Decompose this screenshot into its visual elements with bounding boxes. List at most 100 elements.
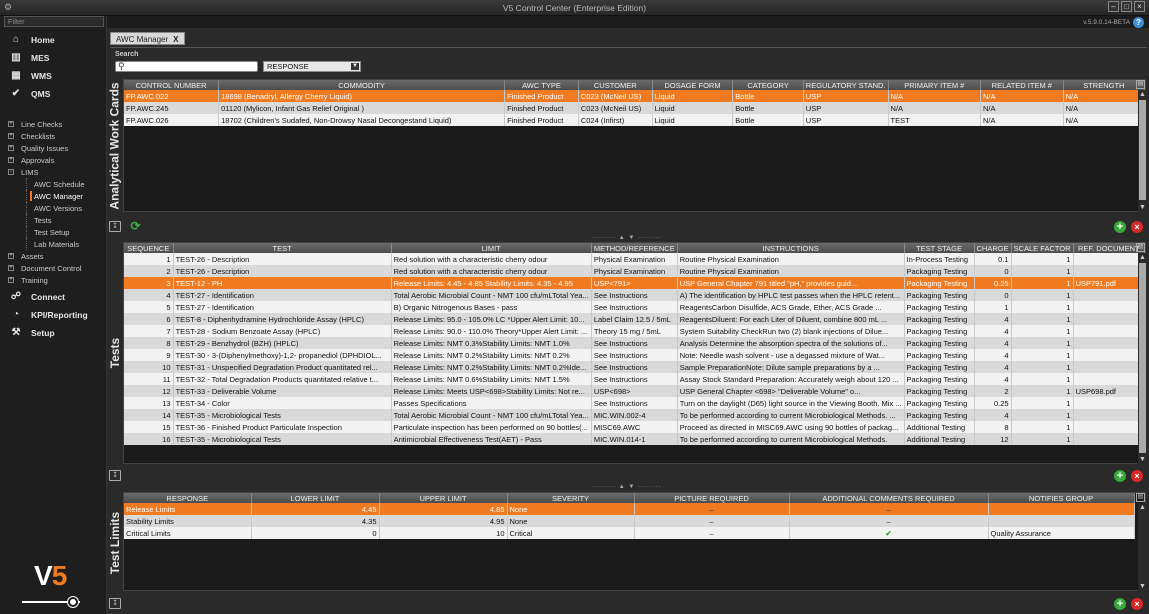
tree-item-awc-schedule[interactable]: AWC Schedule xyxy=(0,178,107,190)
nav-home[interactable]: ⌂ Home xyxy=(0,31,107,49)
awc-row[interactable]: FP.AWC.022 18698 (Benadryl, Allergy Cherr… xyxy=(124,90,1145,102)
refresh-icon[interactable]: ⟳ xyxy=(129,220,142,233)
column-header-ref-document[interactable]: REF. DOCUMENT xyxy=(1073,243,1145,253)
column-header-charge[interactable]: CHARGE xyxy=(974,243,1012,253)
maximize-button[interactable]: □ xyxy=(1121,1,1132,12)
column-header-picture-required[interactable]: PICTURE REQUIRED xyxy=(634,493,790,503)
nav-setup[interactable]: ⚒ Setup xyxy=(0,324,107,342)
scroll-thumb[interactable] xyxy=(1139,100,1146,200)
limit-row[interactable]: Critical Limits 0 10 Critical ‒ ✔ Quality Assu… xyxy=(124,527,1135,539)
nav-kpi-reporting[interactable]: ◔ KPI/Reporting xyxy=(0,306,107,324)
scroll-down-icon[interactable]: ▼ xyxy=(1138,582,1147,591)
column-header-category[interactable]: CATEGORY xyxy=(732,80,804,90)
scroll-thumb[interactable] xyxy=(1139,263,1146,453)
test-row[interactable]: 8 TEST-29 - Benzhydrol (BZH) (HPLC) Releas… xyxy=(124,337,1145,349)
dash-icon[interactable]: ‒ xyxy=(709,517,713,526)
expand-icon[interactable]: + xyxy=(8,157,14,163)
test-row[interactable]: 3 TEST-12 - PH Release Limits: 4.45 - 4.85… xyxy=(124,277,1145,289)
close-window-button[interactable]: × xyxy=(1134,1,1145,12)
expand-icon[interactable]: + xyxy=(8,253,14,259)
column-header-test[interactable]: TEST xyxy=(173,243,392,253)
dash-icon[interactable]: ‒ xyxy=(709,505,713,514)
collapse-icon[interactable]: - xyxy=(8,169,14,175)
scroll-up-icon[interactable]: ▲ xyxy=(1138,503,1147,512)
tests-scrollbar[interactable]: ▲ ▼ xyxy=(1138,253,1147,464)
column-header-upper-limit[interactable]: UPPER LIMIT xyxy=(379,493,508,503)
test-row[interactable]: 6 TEST-8 - Diphenhydramine Hydrochloride … xyxy=(124,313,1145,325)
column-header-strength[interactable]: STRENGTH xyxy=(1063,80,1145,90)
expand-icon[interactable]: + xyxy=(8,265,14,271)
tree-item-assets[interactable]: + Assets xyxy=(0,250,107,262)
column-header-additional-comments-required[interactable]: ADDITIONAL COMMENTS REQUIRED xyxy=(789,493,989,503)
tree-item-test-setup[interactable]: Test Setup xyxy=(0,226,107,238)
column-header-lower-limit[interactable]: LOWER LIMIT xyxy=(251,493,380,503)
test-row[interactable]: 12 TEST-33 - Deliverable Volume Release Li… xyxy=(124,385,1145,397)
nav-wms[interactable]: ▦ WMS xyxy=(0,67,107,85)
tree-item-training[interactable]: + Training xyxy=(0,274,107,286)
test-row[interactable]: 14 TEST-35 - Microbiological Tests Total A… xyxy=(124,409,1145,421)
column-header-sequence[interactable]: SEQUENCE xyxy=(124,243,174,253)
test-row[interactable]: 1 TEST-26 - Description Red solution with … xyxy=(124,253,1145,265)
column-header-customer[interactable]: CUSTOMER xyxy=(578,80,653,90)
add-test-button[interactable]: + xyxy=(1114,470,1126,482)
dash-icon[interactable]: ‒ xyxy=(886,517,890,526)
column-header-notifies-group[interactable]: NOTIFIES GROUP xyxy=(988,493,1135,503)
filter-input[interactable]: Filter xyxy=(4,16,104,27)
expand-icon[interactable]: + xyxy=(8,145,14,151)
add-limit-button[interactable]: + xyxy=(1114,598,1126,610)
awc-row[interactable]: FP.AWC.026 18702 (Children's Sudafed, Non… xyxy=(124,114,1145,126)
tree-item-awc-versions[interactable]: AWC Versions xyxy=(0,202,107,214)
column-header-commodity[interactable]: COMMODITY xyxy=(218,80,506,90)
column-header-severity[interactable]: SEVERITY xyxy=(507,493,635,503)
tree-item-line-checks[interactable]: + Line Checks xyxy=(0,118,107,130)
awc-scrollbar[interactable]: ▲ ▼ xyxy=(1138,90,1147,212)
test-row[interactable]: 10 TEST-31 - Unspecified Degradation Prod… xyxy=(124,361,1145,373)
limit-row[interactable]: Release Limits 4.45 4.85 None ‒ ‒ xyxy=(124,503,1135,515)
expand-icon[interactable]: + xyxy=(8,133,14,139)
test-row[interactable]: 5 TEST-27 - Identification B) Organic Nitr… xyxy=(124,301,1145,313)
delete-limit-button[interactable]: × xyxy=(1131,598,1143,610)
test-row[interactable]: 11 TEST-32 - Total Degradation Products q… xyxy=(124,373,1145,385)
test-row[interactable]: 7 TEST-28 - Sodium Benzoate Assay (HPLC) R… xyxy=(124,325,1145,337)
expand-icon[interactable]: + xyxy=(8,277,14,283)
tree-item-quality-issues[interactable]: + Quality Issues xyxy=(0,142,107,154)
export-icon[interactable]: ↧ xyxy=(109,598,121,609)
column-header-related-item[interactable]: RELATED ITEM # xyxy=(980,80,1064,90)
awc-column-chooser-icon[interactable]: ▤ xyxy=(1136,80,1145,89)
expand-icon[interactable]: + xyxy=(8,121,14,127)
test-row[interactable]: 9 TEST-30 - 3-(Diphenylmethoxy)-1,2- prop… xyxy=(124,349,1145,361)
column-header-test-stage[interactable]: TEST STAGE xyxy=(904,243,975,253)
checkmark-icon[interactable]: ✔ xyxy=(885,529,891,538)
column-header-scale-factor[interactable]: SCALE FACTOR xyxy=(1011,243,1074,253)
search-input[interactable]: ⚲ xyxy=(115,61,258,72)
splitter-handle[interactable]: ········ ▲ ▼ ········ xyxy=(567,484,687,490)
tab-close-icon[interactable]: X xyxy=(173,35,178,44)
test-row[interactable]: 4 TEST-27 - Identification Total Aerobic M… xyxy=(124,289,1145,301)
export-icon[interactable]: ↧ xyxy=(109,470,121,481)
column-header-awc-type[interactable]: AWC TYPE xyxy=(504,80,579,90)
tree-item-lab-materials[interactable]: Lab Materials xyxy=(0,238,107,250)
nav-connect[interactable]: ☍ Connect xyxy=(0,288,107,306)
splitter-handle[interactable]: ········ ▲ ▼ ········ xyxy=(567,235,687,241)
nav-mes[interactable]: ▥ MES xyxy=(0,49,107,67)
tree-item-checklists[interactable]: + Checklists xyxy=(0,130,107,142)
minimize-button[interactable]: – xyxy=(1108,1,1119,12)
scroll-up-icon[interactable]: ▲ xyxy=(1138,90,1147,99)
dash-icon[interactable]: ‒ xyxy=(709,529,713,538)
column-header-control-number[interactable]: CONTROL NUMBER xyxy=(124,80,220,90)
column-header-instructions[interactable]: INSTRUCTIONS xyxy=(677,243,905,253)
export-icon[interactable]: ↧ xyxy=(109,221,121,232)
tests-column-chooser-icon[interactable]: ▤ xyxy=(1136,243,1145,252)
test-row[interactable]: 16 TEST-35 - Microbiological Tests Antimic… xyxy=(124,433,1145,445)
limit-row[interactable]: Stability Limits 4.35 4.95 None ‒ ‒ xyxy=(124,515,1135,527)
tree-item-approvals[interactable]: + Approvals xyxy=(0,154,107,166)
add-awc-button[interactable]: + xyxy=(1114,221,1126,233)
tree-item-awc-manager[interactable]: AWC Manager xyxy=(0,190,107,202)
column-header-regulatory-stand[interactable]: REGULATORY STAND. xyxy=(803,80,889,90)
tab-awc-manager[interactable]: AWC Manager X xyxy=(110,32,185,45)
tree-item-tests[interactable]: Tests xyxy=(0,214,107,226)
test-row[interactable]: 15 TEST-36 - Finished Product Particulate… xyxy=(124,421,1145,433)
scroll-down-icon[interactable]: ▼ xyxy=(1138,203,1147,212)
column-header-response[interactable]: RESPONSE xyxy=(124,493,252,503)
limits-scrollbar[interactable]: ▲ ▼ xyxy=(1138,503,1147,591)
